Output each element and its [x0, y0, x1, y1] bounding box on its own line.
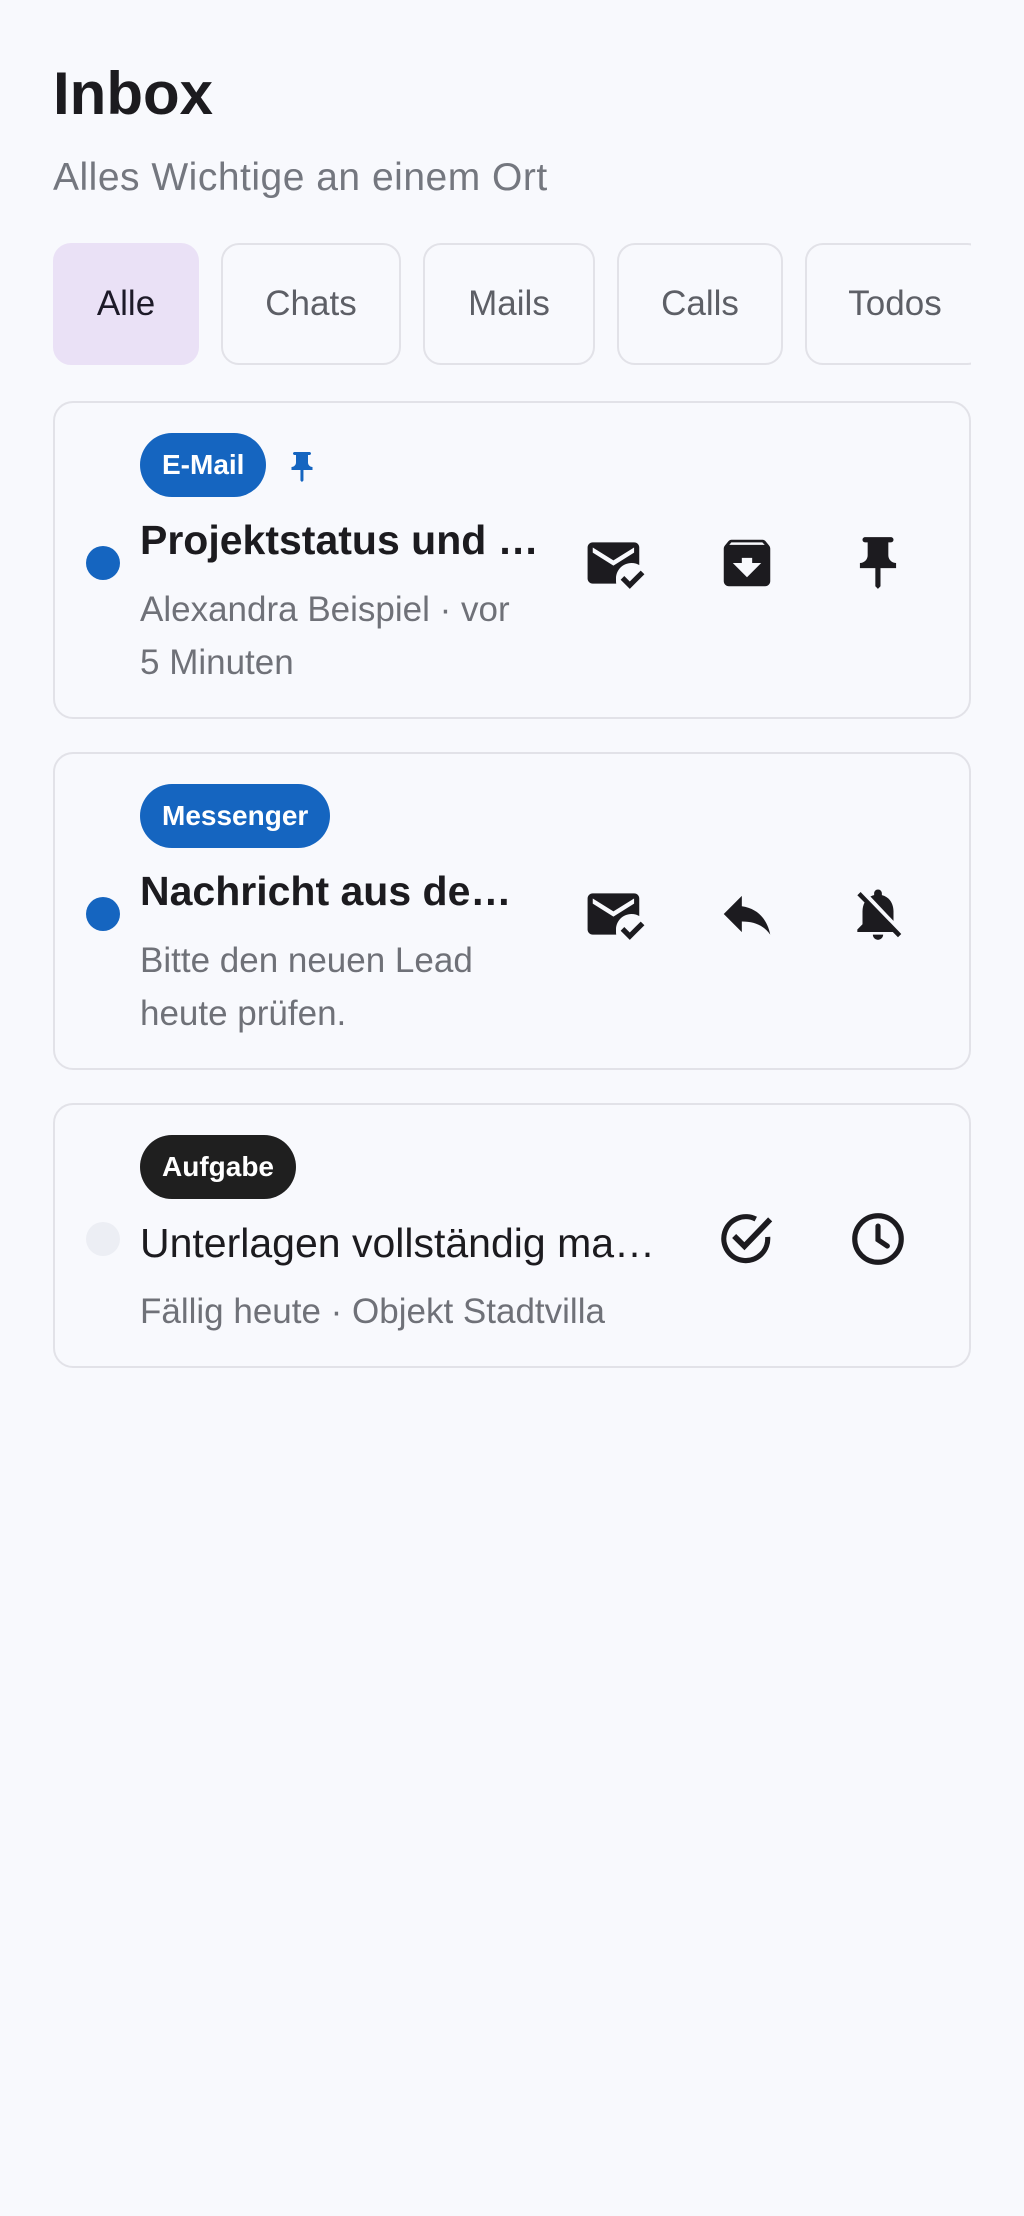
snooze-button[interactable] [842, 1203, 914, 1275]
item-preview-line-2: heute prüfen. [140, 994, 347, 1033]
complete-task-icon [721, 1214, 773, 1264]
tab-mails[interactable]: Mails [423, 243, 595, 365]
item-meta: Fällig heute · Objekt Stadtvilla [140, 1292, 605, 1331]
tab-alle[interactable]: Alle [53, 243, 199, 365]
pin-button[interactable] [842, 527, 914, 599]
tab-todos[interactable]: Todos [805, 243, 971, 365]
tab-chats[interactable]: Chats [221, 243, 401, 365]
read-indicator [86, 1222, 120, 1256]
badge-task: Aufgabe [140, 1135, 296, 1199]
badge-messenger: Messenger [140, 784, 331, 848]
mute-button[interactable] [842, 878, 914, 950]
unread-indicator [86, 897, 120, 931]
archive-button[interactable] [711, 527, 783, 599]
inbox-item-messenger[interactable]: Messenger Nachricht aus dem Messenger Bi… [53, 752, 971, 1070]
item-title: Projektstatus und nächste Schritte [140, 517, 545, 563]
mark-read-button[interactable] [580, 878, 652, 950]
badge-email: E-Mail [140, 433, 267, 497]
reply-icon [723, 895, 771, 935]
item-title: Nachricht aus dem Messenger [140, 868, 545, 914]
item-meta-line-2: 5 Minuten [140, 643, 294, 682]
pin-icon [859, 537, 897, 589]
inbox-screen: Inbox Alles Wichtige an einem Ort Alle C… [0, 0, 1024, 2216]
unread-indicator [86, 546, 120, 580]
tab-calls[interactable]: Calls [617, 243, 783, 365]
page-title: Inbox [53, 60, 213, 127]
page-subtitle: Alles Wichtige an einem Ort [53, 156, 548, 199]
filter-tabs: Alle Chats Mails Calls Todos [53, 243, 971, 369]
reply-button[interactable] [711, 878, 783, 950]
archive-icon [723, 539, 771, 587]
snooze-clock-icon [852, 1213, 904, 1265]
mark-read-icon [587, 542, 645, 589]
mark-read-button[interactable] [580, 527, 652, 599]
mute-notifications-icon [857, 889, 902, 940]
inbox-item-email[interactable]: E-Mail Projektstatus und nächste Schritt… [53, 401, 971, 719]
inbox-item-task[interactable]: Aufgabe Unterlagen vollständig machen Fä… [53, 1103, 971, 1368]
pinned-indicator-icon [291, 452, 313, 482]
complete-task-button[interactable] [711, 1203, 783, 1275]
item-preview-line-1: Bitte den neuen Lead [140, 941, 473, 980]
item-title: Unterlagen vollständig machen [140, 1220, 668, 1266]
mark-read-icon [587, 893, 645, 940]
item-meta-line-1: Alexandra Beispiel · vor [140, 590, 510, 629]
